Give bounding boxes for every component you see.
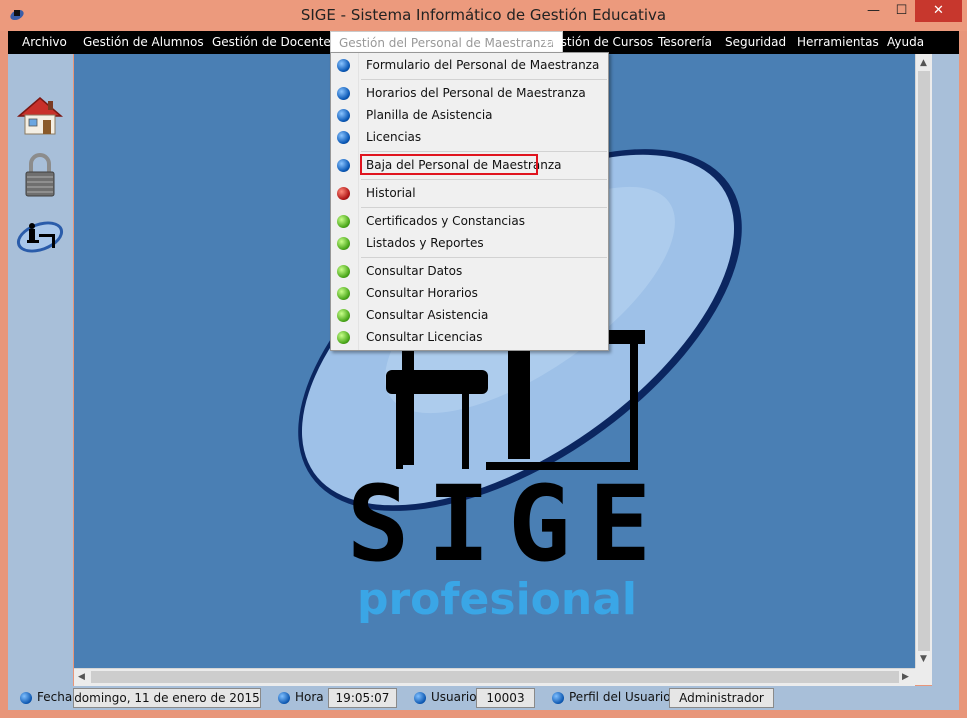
blue-dot-icon bbox=[337, 59, 350, 72]
menu-item-consultar-asistencia[interactable]: Consultar Asistencia bbox=[331, 304, 608, 326]
menu-separator bbox=[361, 257, 607, 258]
maximize-button[interactable]: ☐ bbox=[888, 0, 915, 22]
personal-maestranza-menu: Formulario del Personal de Maestranza Ho… bbox=[330, 52, 609, 351]
menu-item-label: Certificados y Constancias bbox=[366, 214, 525, 228]
minimize-button[interactable]: — bbox=[860, 0, 887, 22]
logo-subtitle: profesional bbox=[357, 574, 637, 625]
padlock-icon[interactable] bbox=[15, 150, 65, 197]
menu-separator bbox=[361, 179, 607, 180]
app-window: SIGE - Sistema Informático de Gestión Ed… bbox=[0, 0, 967, 718]
perfil-label: Perfil del Usuario bbox=[569, 690, 671, 704]
green-dot-icon bbox=[337, 237, 350, 250]
status-bar: Fecha domingo, 11 de enero de 2015 Hora … bbox=[8, 686, 959, 710]
menu-item-label: Consultar Asistencia bbox=[366, 308, 489, 322]
title-bar: SIGE - Sistema Informático de Gestión Ed… bbox=[0, 0, 967, 31]
desk-person-icon[interactable] bbox=[15, 214, 65, 258]
vertical-scrollbar[interactable]: ▲ ▼ bbox=[915, 54, 933, 668]
fecha-indicator-icon bbox=[20, 692, 32, 704]
menu-item-label: Historial bbox=[366, 186, 416, 200]
usuario-label: Usuario bbox=[431, 690, 477, 704]
blue-dot-icon bbox=[337, 87, 350, 100]
menu-item-label: Listados y Reportes bbox=[366, 236, 484, 250]
menu-item-listados-reportes[interactable]: Listados y Reportes bbox=[331, 232, 608, 254]
blue-dot-icon bbox=[337, 159, 350, 172]
menu-separator bbox=[361, 79, 607, 80]
green-dot-icon bbox=[337, 215, 350, 228]
menu-item-historial[interactable]: Historial bbox=[331, 182, 608, 204]
menu-item-formulario-personal[interactable]: Formulario del Personal de Maestranza bbox=[331, 54, 608, 76]
perfil-indicator-icon bbox=[552, 692, 564, 704]
menu-item-label: Licencias bbox=[366, 130, 422, 144]
scroll-down-icon[interactable]: ▼ bbox=[920, 654, 927, 664]
menu-item-consultar-horarios[interactable]: Consultar Horarios bbox=[331, 282, 608, 304]
highlight-box bbox=[360, 154, 538, 175]
home-icon[interactable] bbox=[15, 94, 65, 138]
menu-item-label: Consultar Datos bbox=[366, 264, 463, 278]
green-dot-icon bbox=[337, 265, 350, 278]
hora-value: 19:05:07 bbox=[328, 688, 397, 708]
usuario-value: 10003 bbox=[476, 688, 535, 708]
menu-item-label: Formulario del Personal de Maestranza bbox=[366, 58, 600, 72]
green-dot-icon bbox=[337, 287, 350, 300]
vertical-scroll-thumb[interactable] bbox=[918, 71, 930, 651]
horizontal-scroll-thumb[interactable] bbox=[91, 671, 899, 683]
menu-separator bbox=[361, 207, 607, 208]
menu-item-planilla-asistencia[interactable]: Planilla de Asistencia bbox=[331, 104, 608, 126]
perfil-value: Administrador bbox=[669, 688, 774, 708]
green-dot-icon bbox=[337, 309, 350, 322]
blue-dot-icon bbox=[337, 131, 350, 144]
menu-item-label: Consultar Horarios bbox=[366, 286, 478, 300]
blue-dot-icon bbox=[337, 109, 350, 122]
menu-gestion-docentes[interactable]: Gestión de Docentes bbox=[212, 31, 337, 54]
scroll-corner bbox=[915, 668, 932, 685]
fecha-label: Fecha bbox=[37, 690, 73, 704]
menu-bar: Archivo Gestión de Alumnos Gestión de Do… bbox=[8, 31, 959, 54]
red-dot-icon bbox=[337, 187, 350, 200]
scroll-right-icon[interactable]: ▶ bbox=[902, 672, 909, 682]
menu-item-licencias[interactable]: Licencias bbox=[331, 126, 608, 148]
scroll-up-icon[interactable]: ▲ bbox=[920, 58, 927, 68]
usuario-indicator-icon bbox=[414, 692, 426, 704]
menu-item-certificados[interactable]: Certificados y Constancias bbox=[331, 210, 608, 232]
logo-wordmark: SIGE bbox=[347, 463, 669, 585]
menu-ayuda[interactable]: Ayuda bbox=[887, 31, 924, 54]
menu-seguridad[interactable]: Seguridad bbox=[725, 31, 786, 54]
scroll-left-icon[interactable]: ◀ bbox=[78, 672, 85, 682]
window-title: SIGE - Sistema Informático de Gestión Ed… bbox=[300, 6, 667, 24]
hora-label: Hora bbox=[295, 690, 324, 704]
menu-gestion-alumnos[interactable]: Gestión de Alumnos bbox=[83, 31, 204, 54]
menu-item-consultar-datos[interactable]: Consultar Datos bbox=[331, 260, 608, 282]
right-panel bbox=[932, 54, 959, 686]
menu-item-horarios-personal[interactable]: Horarios del Personal de Maestranza bbox=[331, 82, 608, 104]
green-dot-icon bbox=[337, 331, 350, 344]
menu-item-label: Planilla de Asistencia bbox=[366, 108, 493, 122]
menu-archivo[interactable]: Archivo bbox=[22, 31, 67, 54]
menu-item-label: Horarios del Personal de Maestranza bbox=[366, 86, 586, 100]
sidebar bbox=[8, 54, 73, 686]
menu-gestion-cursos[interactable]: Gestión de Cursos bbox=[544, 31, 653, 54]
menu-tesoreria[interactable]: Tesorería bbox=[658, 31, 712, 54]
menu-herramientas[interactable]: Herramientas bbox=[797, 31, 879, 54]
close-button[interactable]: ✕ bbox=[915, 0, 962, 22]
menu-item-consultar-licencias[interactable]: Consultar Licencias bbox=[331, 326, 608, 348]
menu-separator bbox=[361, 151, 607, 152]
fecha-value: domingo, 11 de enero de 2015 bbox=[73, 688, 261, 708]
menu-gestion-personal-maestranza[interactable]: Gestión del Personal de Maestranza bbox=[330, 31, 564, 54]
hora-indicator-icon bbox=[278, 692, 290, 704]
horizontal-scrollbar[interactable]: ◀ ▶ bbox=[74, 668, 915, 686]
menu-item-label: Consultar Licencias bbox=[366, 330, 483, 344]
